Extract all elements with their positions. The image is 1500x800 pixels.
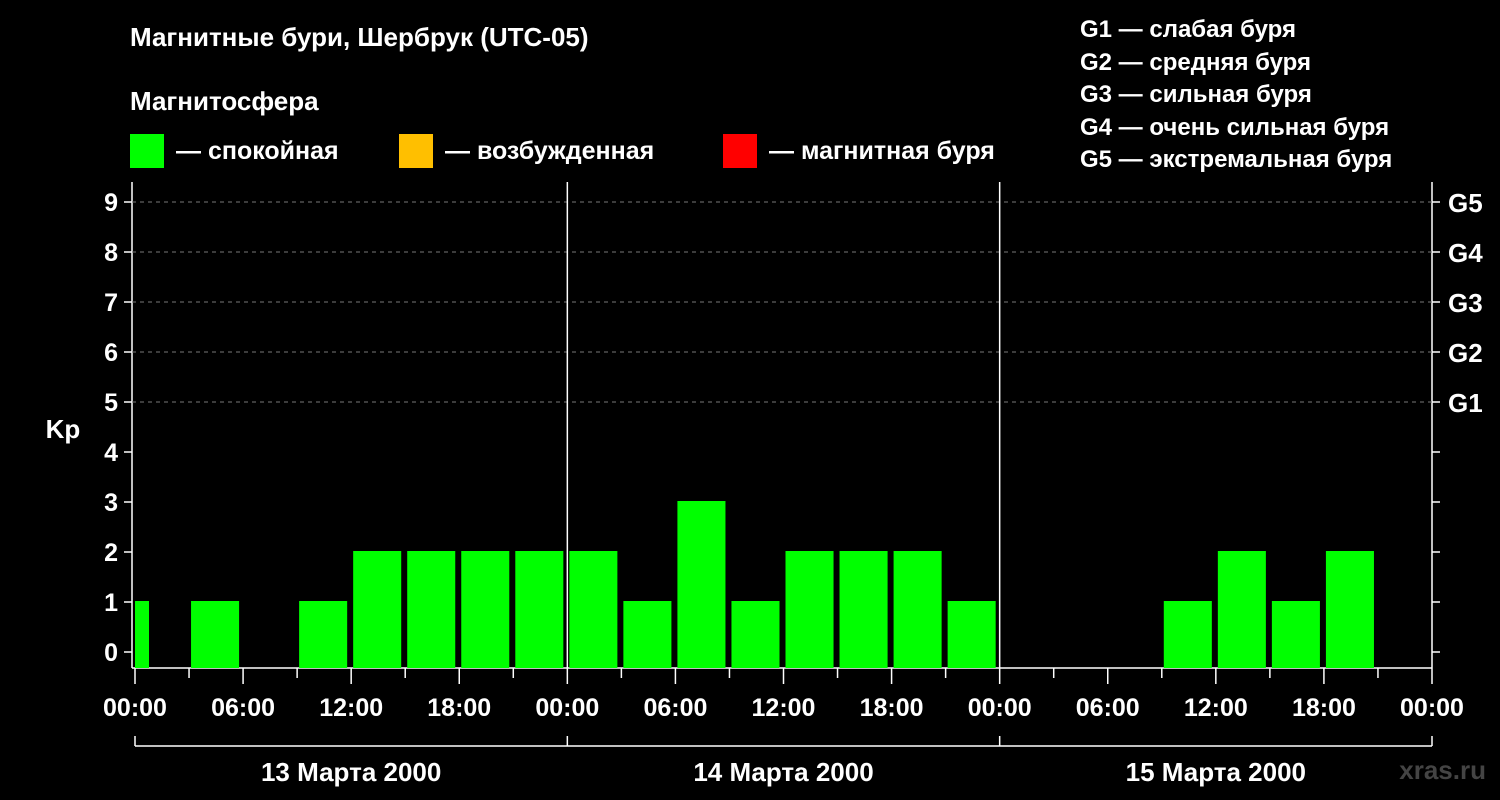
kp-bar [893, 551, 942, 668]
g-scale-tick-label: G5 [1448, 188, 1483, 218]
y-tick-label: 7 [104, 289, 118, 317]
kp-bar [785, 551, 834, 668]
g-scale-tick-label: G1 [1448, 388, 1483, 418]
kp-bar [1271, 601, 1320, 668]
y-tick-label: 1 [104, 589, 118, 617]
kp-bar [731, 601, 780, 668]
y-tick-label: 8 [104, 239, 118, 267]
kp-bar [353, 551, 402, 668]
kp-bar [1217, 551, 1266, 668]
y-tick-label: 3 [104, 489, 118, 517]
x-tick-label: 00:00 [103, 694, 167, 722]
x-tick-label: 06:00 [211, 694, 275, 722]
kp-bar [135, 601, 149, 668]
g-scale-tick-label: G3 [1448, 288, 1483, 318]
x-tick-label: 12:00 [1184, 694, 1248, 722]
y-tick-label: 9 [104, 189, 118, 217]
kp-bar [623, 601, 672, 668]
x-tick-label: 06:00 [643, 694, 707, 722]
kp-bar [299, 601, 348, 668]
x-tick-label: 12:00 [319, 694, 383, 722]
kp-bar [839, 551, 888, 668]
g-scale-tick-label: G4 [1448, 238, 1483, 268]
y-tick-label: 0 [104, 639, 118, 667]
kp-bar [1163, 601, 1212, 668]
y-axis-label: Kp [46, 414, 81, 444]
x-tick-label: 18:00 [860, 694, 924, 722]
g-scale-tick-label: G2 [1448, 338, 1483, 368]
kp-bar [947, 601, 996, 668]
x-tick-label: 00:00 [968, 694, 1032, 722]
y-tick-label: 5 [104, 389, 118, 417]
day-label: 13 Марта 2000 [261, 757, 441, 787]
kp-bar [677, 501, 726, 668]
kp-bar-chart: 0 1 2 3 4 5 6 7 8 9 G1 G2 G3 G4 G5 Kp 00:00 06:00 12:00 18:… [46, 182, 1483, 787]
x-tick-label: 00:00 [1400, 694, 1464, 722]
site-watermark: xras.ru [1399, 755, 1486, 785]
x-tick-label: 12:00 [752, 694, 816, 722]
kp-bar [461, 551, 510, 668]
y-tick-label: 6 [104, 339, 118, 367]
kp-bar [569, 551, 618, 668]
day-label: 14 Марта 2000 [693, 757, 873, 787]
kp-bar [191, 601, 240, 668]
x-tick-label: 18:00 [427, 694, 491, 722]
y-tick-label: 4 [104, 439, 118, 467]
y-tick-label: 2 [104, 539, 118, 567]
x-tick-label: 00:00 [535, 694, 599, 722]
day-label: 15 Марта 2000 [1126, 757, 1306, 787]
x-tick-label: 06:00 [1076, 694, 1140, 722]
x-tick-label: 18:00 [1292, 694, 1356, 722]
kp-bar [1325, 551, 1374, 668]
kp-bar [407, 551, 456, 668]
kp-bar [515, 551, 564, 668]
